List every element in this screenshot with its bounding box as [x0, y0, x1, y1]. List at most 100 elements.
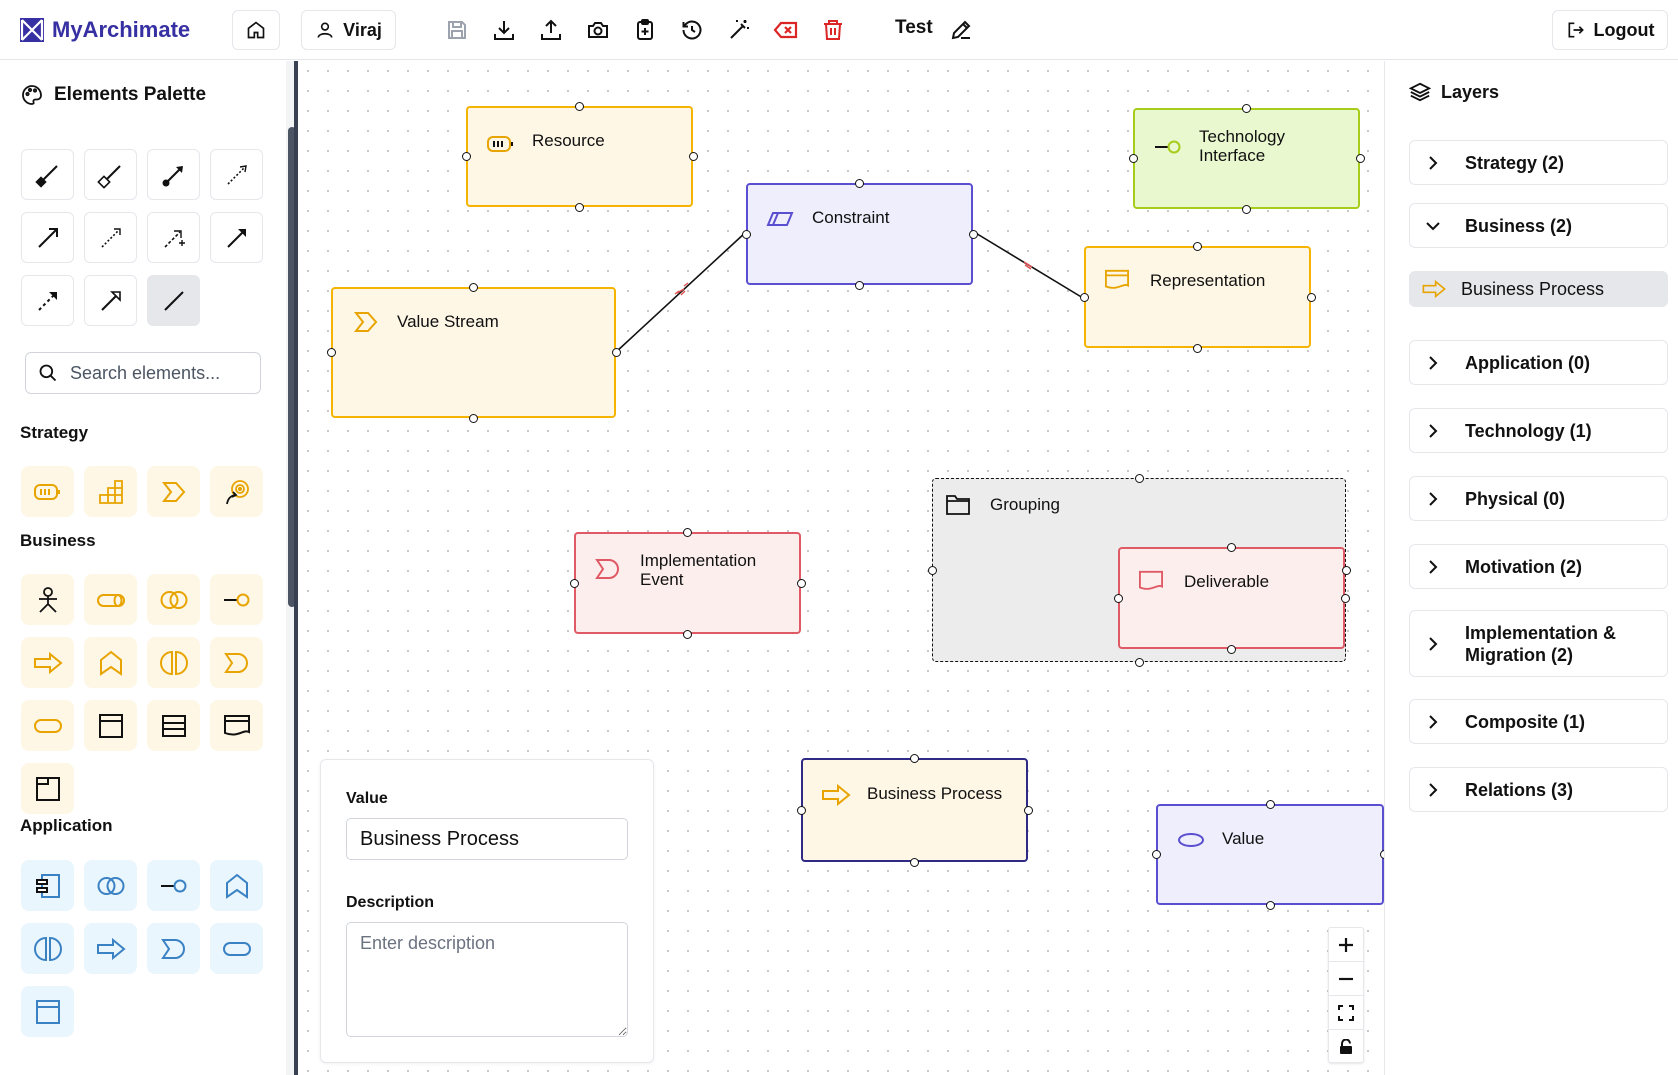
element-business-service[interactable] [21, 700, 74, 751]
element-business-role[interactable] [84, 574, 137, 625]
fit-view-button[interactable] [1329, 996, 1363, 1030]
connection-handle[interactable] [1134, 657, 1144, 667]
connection-handle[interactable] [927, 565, 937, 575]
search-box[interactable] [25, 352, 261, 394]
edge-value-stream-constraint[interactable] [615, 231, 747, 353]
connection-handle[interactable] [1340, 593, 1350, 603]
node-deliverable[interactable]: Deliverable [1118, 547, 1345, 649]
connection-handle[interactable] [1128, 154, 1138, 163]
relation-association[interactable] [147, 275, 200, 326]
upload-button[interactable] [535, 14, 567, 46]
connection-handle[interactable] [569, 578, 579, 588]
clear-canvas-button[interactable] [770, 14, 802, 46]
element-application-function[interactable] [210, 860, 263, 911]
element-capability[interactable] [84, 466, 137, 517]
node-value[interactable]: Value [1156, 804, 1384, 905]
connection-handle[interactable] [575, 202, 584, 212]
element-application-event[interactable] [147, 923, 200, 974]
paste-button[interactable] [629, 14, 661, 46]
layer-composite[interactable]: Composite (1) [1409, 699, 1668, 744]
connection-handle[interactable] [461, 152, 471, 161]
connection-handle[interactable] [1341, 565, 1351, 575]
element-application-process[interactable] [84, 923, 137, 974]
element-application-component[interactable] [21, 860, 74, 911]
node-constraint[interactable]: Constraint [746, 183, 973, 285]
connection-handle[interactable] [1151, 850, 1161, 859]
connection-handle[interactable] [1023, 805, 1033, 815]
element-business-actor[interactable] [21, 574, 74, 625]
app-logo[interactable]: MyArchimate [20, 16, 190, 44]
layer-physical[interactable]: Physical (0) [1409, 476, 1668, 521]
connection-handle[interactable] [1242, 204, 1251, 214]
relation-aggregation[interactable] [84, 149, 137, 200]
connection-handle[interactable] [1355, 154, 1365, 163]
connection-handle[interactable] [575, 101, 584, 111]
element-application-service[interactable] [210, 923, 263, 974]
element-business-process[interactable] [21, 637, 74, 688]
element-representation[interactable] [210, 700, 263, 751]
layer-relations[interactable]: Relations (3) [1409, 767, 1668, 812]
connection-handle[interactable] [611, 348, 621, 357]
connection-handle[interactable] [910, 753, 919, 763]
home-button[interactable] [232, 10, 280, 50]
connection-handle[interactable] [326, 348, 336, 357]
connection-handle[interactable] [1265, 799, 1275, 809]
element-value-stream[interactable] [147, 466, 200, 517]
connection-handle[interactable] [688, 152, 698, 161]
element-business-interaction[interactable] [147, 637, 200, 688]
layer-technology[interactable]: Technology (1) [1409, 408, 1668, 453]
connection-handle[interactable] [1134, 473, 1144, 483]
lock-button[interactable] [1329, 1030, 1363, 1064]
connection-handle[interactable] [1227, 542, 1236, 552]
element-application-interaction[interactable] [21, 923, 74, 974]
node-business-process[interactable]: Business Process [801, 758, 1028, 862]
connection-handle[interactable] [855, 178, 864, 188]
layer-item-business-process[interactable]: Business Process [1409, 271, 1668, 307]
zoom-out-button[interactable] [1329, 962, 1363, 996]
layer-business[interactable]: Business (2) [1409, 203, 1668, 248]
connection-handle[interactable] [1265, 900, 1275, 910]
connection-handle[interactable] [1079, 292, 1089, 302]
element-business-object[interactable] [84, 700, 137, 751]
layer-motivation[interactable]: Motivation (2) [1409, 544, 1668, 589]
connection-handle[interactable] [968, 229, 978, 239]
node-implementation-event[interactable]: Implementation Event [574, 532, 801, 634]
layer-application[interactable]: Application (0) [1409, 340, 1668, 385]
edge-constraint-representation[interactable] [973, 231, 1084, 299]
connection-handle[interactable] [469, 413, 478, 423]
element-application-interface[interactable] [147, 860, 200, 911]
rename-button[interactable] [945, 14, 977, 46]
relation-access[interactable] [84, 212, 137, 263]
connection-handle[interactable] [796, 805, 806, 815]
relation-realization[interactable] [210, 149, 263, 200]
element-application-collaboration[interactable] [84, 860, 137, 911]
connection-handle[interactable] [741, 229, 751, 239]
logout-button[interactable]: Logout [1552, 10, 1668, 50]
zoom-in-button[interactable] [1329, 928, 1363, 962]
connection-handle[interactable] [1193, 241, 1202, 251]
history-button[interactable] [676, 14, 708, 46]
layer-strategy[interactable]: Strategy (2) [1409, 140, 1668, 185]
layer-implementation-migration[interactable]: Implementation & Migration (2) [1409, 610, 1668, 677]
relation-influence[interactable] [147, 212, 200, 263]
search-input[interactable] [70, 362, 250, 384]
node-resource[interactable]: Resource [466, 106, 693, 207]
connection-handle[interactable] [1193, 343, 1202, 353]
user-button[interactable]: Viraj [301, 10, 396, 50]
connection-handle[interactable] [796, 578, 806, 588]
description-textarea[interactable] [346, 922, 628, 1037]
relation-flow[interactable] [21, 275, 74, 326]
element-contract[interactable] [147, 700, 200, 751]
element-business-function[interactable] [84, 637, 137, 688]
connection-handle[interactable] [683, 527, 692, 537]
connection-handle[interactable] [1113, 593, 1123, 603]
node-representation[interactable]: Representation [1084, 246, 1311, 348]
delete-button[interactable] [817, 14, 849, 46]
connection-handle[interactable] [1227, 644, 1236, 654]
node-technology-interface[interactable]: Technology Interface [1133, 108, 1360, 209]
element-business-collaboration[interactable] [147, 574, 200, 625]
screenshot-button[interactable] [582, 14, 614, 46]
connection-handle[interactable] [1242, 103, 1251, 113]
relation-assignment[interactable] [147, 149, 200, 200]
element-business-event[interactable] [210, 637, 263, 688]
